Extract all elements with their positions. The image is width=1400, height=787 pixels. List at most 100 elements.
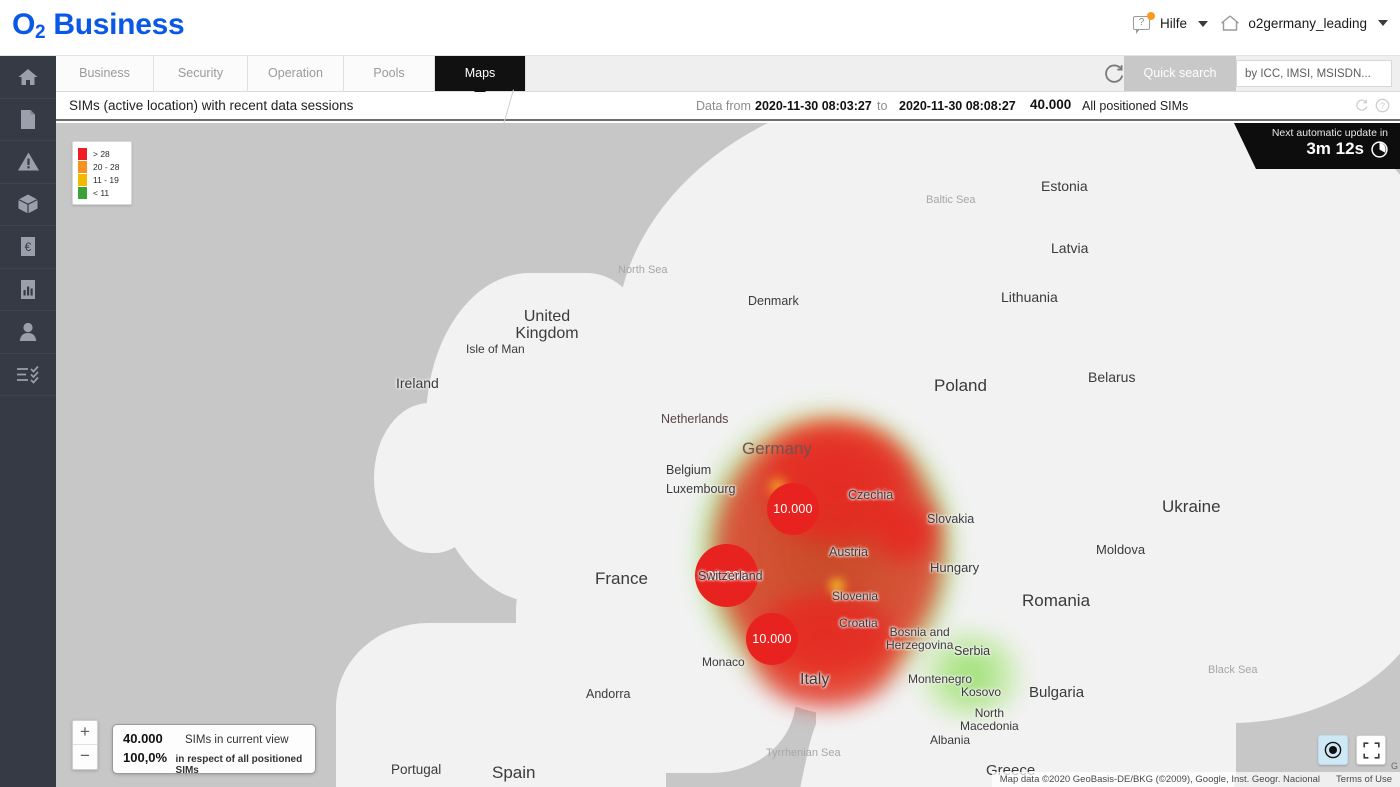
tab-security[interactable]: Security xyxy=(154,56,248,91)
country-label: Bosnia and Herzegovina xyxy=(886,625,954,652)
country-label: Luxembourg xyxy=(666,482,736,496)
country-label: Denmark xyxy=(748,294,799,308)
tab-maps[interactable]: Maps xyxy=(435,56,526,97)
legend-row: 20 - 28 xyxy=(78,160,127,173)
cluster-bubble[interactable]: 10.000 xyxy=(746,613,798,665)
next-update-timer-row: 3m 12s xyxy=(1272,139,1388,159)
brand-bar: O2 Business ? Hilfe o2germany_leading xyxy=(0,0,1400,56)
sidebar-item-alerts[interactable] xyxy=(0,141,56,184)
quick-search-label[interactable]: Quick search xyxy=(1124,56,1236,91)
sidebar-item-users[interactable] xyxy=(0,311,56,354)
sidebar-item-products[interactable] xyxy=(0,184,56,226)
legend-row: < 11 xyxy=(78,186,127,199)
help-small-icon[interactable]: ? xyxy=(1375,98,1390,113)
sidebar-item-tasks[interactable] xyxy=(0,354,56,396)
account-label: o2germany_leading xyxy=(1248,15,1367,31)
sub-header: SIMs (active location) with recent data … xyxy=(56,89,1400,125)
country-label: Austria xyxy=(829,545,868,559)
sidebar-item-home[interactable] xyxy=(0,56,56,99)
view-percent: 100,0% xyxy=(123,750,168,765)
data-from-label: Data from xyxy=(696,99,751,113)
terms-of-use-link[interactable]: Terms of Use xyxy=(1336,774,1392,785)
country-label: Estonia xyxy=(1041,178,1088,194)
date-to: 2020-11-30 08:08:27 xyxy=(899,99,1016,113)
zoom-out-button[interactable]: − xyxy=(73,745,97,769)
country-label: Hungary xyxy=(930,560,980,575)
view-percent-row: 100,0% in respect of all positioned SIMs xyxy=(123,750,305,776)
country-label: Serbia xyxy=(954,644,991,658)
legend-label: < 11 xyxy=(93,187,110,198)
country-label: Albania xyxy=(930,733,971,747)
tab-pools[interactable]: Pools xyxy=(344,56,435,91)
next-update-badge: Next automatic update in 3m 12s xyxy=(1233,123,1400,169)
checklist-icon xyxy=(17,365,39,384)
view-percent-label: in respect of all positioned SIMs xyxy=(175,754,303,776)
sea-label: Tyrrhenian Sea xyxy=(766,747,841,759)
view-count-row: 40.000 SIMs in current view xyxy=(123,731,305,750)
map-canvas[interactable]: 10.000 20.000 10.000 North Sea Baltic Se… xyxy=(56,123,1400,787)
sidebar-item-billing[interactable]: € xyxy=(0,226,56,269)
logo-o: O xyxy=(12,8,36,41)
total-count: 40.000 xyxy=(1030,97,1072,112)
svg-text:?: ? xyxy=(1380,101,1385,111)
legend-label: > 28 xyxy=(93,148,110,159)
country-label: Andorra xyxy=(586,687,631,701)
warning-triangle-icon xyxy=(17,152,39,171)
country-label: Poland xyxy=(934,376,987,395)
zoom-control[interactable]: + − xyxy=(72,720,98,770)
legend-label: 20 - 28 xyxy=(93,161,120,172)
refresh-small-icon[interactable] xyxy=(1354,98,1369,113)
euro-document-icon: € xyxy=(21,237,35,257)
divider xyxy=(503,89,514,125)
view-count-label: SIMs in current view xyxy=(185,734,289,746)
locate-button[interactable] xyxy=(1318,735,1348,765)
sidebar-item-documents[interactable] xyxy=(0,99,56,141)
cluster-bubble[interactable]: 10.000 xyxy=(767,483,819,535)
heatmap-legend: > 28 20 - 28 11 - 19 < 11 xyxy=(72,141,132,205)
legend-row: > 28 xyxy=(78,147,127,160)
sidebar: € xyxy=(0,56,56,787)
current-view-info: 40.000 SIMs in current view 100,0% in re… xyxy=(112,724,316,776)
search-input[interactable] xyxy=(1237,67,1400,80)
account-menu[interactable]: o2germany_leading xyxy=(1219,14,1388,32)
country-label: Spain xyxy=(492,763,536,782)
country-label: Croatia xyxy=(839,616,878,630)
country-label: Italy xyxy=(800,671,830,688)
country-label: France xyxy=(595,569,648,588)
page-title: SIMs (active location) with recent data … xyxy=(69,98,354,113)
sidebar-item-reports[interactable] xyxy=(0,269,56,311)
country-label: Belgium xyxy=(666,463,712,477)
country-label: Monaco xyxy=(702,655,745,669)
country-label: Slovakia xyxy=(927,512,975,526)
cluster-label: 10.000 xyxy=(752,632,792,646)
legend-swatch xyxy=(78,173,87,186)
country-label: Belarus xyxy=(1088,369,1136,385)
country-label: Bulgaria xyxy=(1029,684,1085,701)
refresh-button[interactable] xyxy=(1102,62,1126,86)
help-label: Hilfe xyxy=(1159,16,1187,31)
date-from: 2020-11-30 08:03:27 xyxy=(755,99,872,113)
country-label: Montenegro xyxy=(908,672,973,686)
zoom-in-button[interactable]: + xyxy=(73,721,97,745)
fullscreen-button[interactable] xyxy=(1356,735,1386,765)
sea-label: North Sea xyxy=(618,264,668,276)
total-label: All positioned SIMs xyxy=(1082,99,1189,113)
fullscreen-icon xyxy=(1362,741,1380,759)
google-corner-mark: G xyxy=(1390,761,1398,771)
legend-swatch xyxy=(78,186,87,199)
help-menu[interactable]: ? Hilfe xyxy=(1132,12,1208,34)
country-label: Czechia xyxy=(848,488,894,502)
attribution-text: Map data ©2020 GeoBasis-DE/BKG (©2009), … xyxy=(999,774,1321,785)
search-box[interactable] xyxy=(1236,60,1400,87)
next-update-timer: 3m 12s xyxy=(1306,139,1364,158)
legend-label: 11 - 19 xyxy=(93,174,119,185)
home-icon xyxy=(18,68,38,85)
country-label: Switzerland xyxy=(698,569,763,583)
country-label: Netherlands xyxy=(661,412,729,426)
country-label: North Macedonia xyxy=(960,706,1019,733)
question-bubble-icon: ? xyxy=(1132,12,1155,34)
logo[interactable]: O2 Business xyxy=(12,8,185,43)
tab-business[interactable]: Business xyxy=(56,56,154,91)
country-label: Slovenia xyxy=(832,589,879,603)
tab-operation[interactable]: Operation xyxy=(248,56,344,91)
